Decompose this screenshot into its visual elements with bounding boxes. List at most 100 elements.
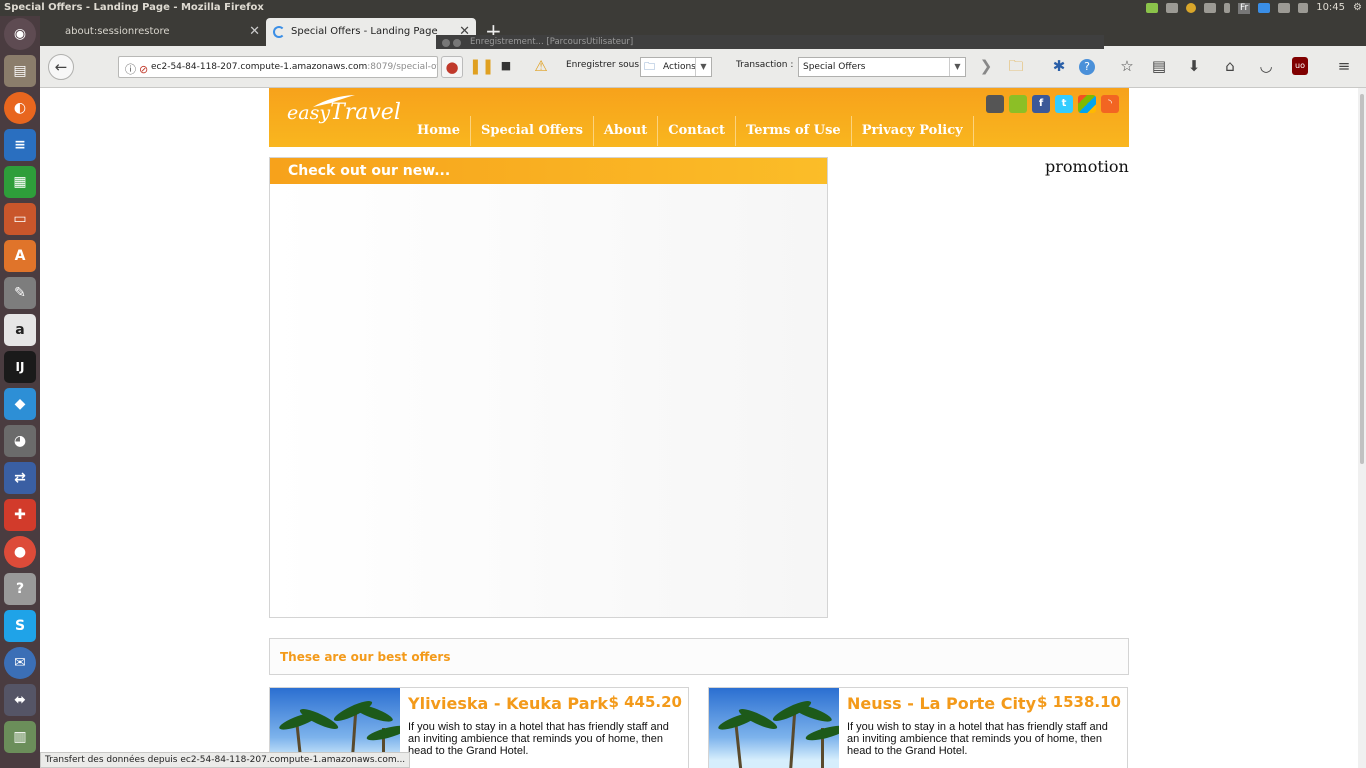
menu-item-contact[interactable]: Contact [658, 116, 737, 146]
help-icon[interactable]: ? [4, 573, 36, 605]
save-as-value: Actions [663, 62, 696, 72]
amazon-icon[interactable]: a [4, 314, 36, 346]
close-icon[interactable]: ✕ [249, 18, 260, 46]
apple-icon[interactable] [986, 95, 1004, 113]
windows-icon[interactable] [1078, 95, 1096, 113]
forward-arrow-icon[interactable]: ❯ [976, 57, 996, 75]
site-header: easyTravel Home Special Offers About Con… [269, 88, 1129, 147]
battery-icon[interactable] [1278, 3, 1291, 13]
loading-spinner-icon [273, 26, 285, 38]
offer-card[interactable]: Neuss - La Porte City $ 1538.10 If you w… [708, 687, 1128, 768]
bluetooth-icon[interactable] [1223, 3, 1230, 13]
system-settings-icon[interactable]: ✎ [4, 277, 36, 309]
impress-icon[interactable]: ▭ [4, 203, 36, 235]
folder-icon: 🗀 [644, 60, 655, 73]
facebook-icon[interactable]: f [1032, 95, 1050, 113]
transaction-label: Transaction : [736, 60, 794, 70]
info-icon[interactable]: ⓘ [125, 60, 136, 77]
dropbox-icon[interactable] [1165, 3, 1178, 13]
stop-icon[interactable]: ■ [496, 57, 516, 75]
menu-item-privacy-policy[interactable]: Privacy Policy [852, 116, 974, 146]
calc-icon[interactable]: ▦ [4, 166, 36, 198]
intellij-icon[interactable]: IJ [4, 351, 36, 383]
recording-status-overlay: Enregistrement... [ParcoursUtilisateur] [436, 35, 1104, 49]
home-icon[interactable]: ⌂ [1220, 57, 1240, 75]
promotion-box: Check out our new... [269, 157, 828, 618]
chevron-down-icon: ▼ [695, 58, 711, 76]
offer-price: $ 445.20 [608, 693, 682, 711]
chrome-app-icon[interactable]: ● [4, 536, 36, 568]
insecure-connection-icon[interactable]: ⊘ [139, 60, 148, 77]
menu-item-about[interactable]: About [594, 116, 659, 146]
pause-icon[interactable]: ❚❚ [469, 57, 494, 75]
hamburger-menu-icon[interactable]: ≡ [1334, 57, 1354, 75]
page-scrollbar[interactable] [1358, 88, 1366, 768]
workspace-switcher-icon[interactable]: ⬌ [4, 684, 36, 716]
menu-item-special-offers[interactable]: Special Offers [471, 116, 594, 146]
offer-description: If you wish to stay in a hotel that has … [847, 721, 1108, 757]
easytravel-logo[interactable]: easyTravel [287, 95, 401, 125]
rss-icon[interactable]: ◝ [1101, 95, 1119, 113]
clock[interactable]: 10:45 [1316, 0, 1345, 16]
window-control-dots[interactable] [442, 38, 464, 52]
main-menu: Home Special Offers About Contact Terms … [407, 116, 974, 146]
asterisk-icon[interactable]: ✱ [1049, 57, 1069, 75]
best-offers-heading: These are our best offers [269, 638, 1129, 675]
network-tool-icon[interactable]: ⇄ [4, 462, 36, 494]
offer-price: $ 1538.10 [1037, 693, 1121, 711]
pocket-icon[interactable]: ◡ [1256, 57, 1276, 75]
window-title: Special Offers - Landing Page - Mozilla … [4, 2, 264, 13]
ubuntu-launcher: ◉ ▤ ◐ ≡ ▦ ▭ A ✎ a IJ ◆ ◕ ⇄ ✚ ● ? S ✉ ⬌ ▥ [0, 16, 40, 768]
dropbox-app-icon[interactable]: ◆ [4, 388, 36, 420]
warning-icon[interactable]: ⚠ [531, 57, 551, 75]
android-icon[interactable] [1009, 95, 1027, 113]
tab-session-restore[interactable]: about:sessionrestore ✕ [40, 18, 266, 46]
skype-icon[interactable]: S [4, 610, 36, 642]
social-links: f t ◝ [986, 95, 1119, 113]
page-content: easyTravel Home Special Offers About Con… [40, 88, 1358, 768]
update-icon[interactable] [1145, 3, 1158, 13]
trash-icon[interactable]: ▥ [4, 721, 36, 753]
volume-icon[interactable] [1298, 3, 1309, 13]
twitter-icon[interactable]: t [1055, 95, 1073, 113]
url-path: :8079/special-offers.jsp [367, 62, 437, 72]
offer-image[interactable] [709, 688, 839, 768]
chrome-icon[interactable] [1185, 3, 1196, 13]
software-center-icon[interactable]: A [4, 240, 36, 272]
tab-label: Special Offers - Landing Page [291, 26, 438, 37]
system-top-bar: Special Offers - Landing Page - Mozilla … [0, 0, 1366, 16]
save-as-select[interactable]: 🗀 Actions ▼ [640, 57, 712, 77]
url-bar[interactable]: ⓘ ⊘ ec2-54-84-118-207.compute-1.amazonaw… [118, 56, 438, 78]
keyboard-layout[interactable]: Fr [1237, 2, 1251, 14]
open-folder-icon[interactable]: 🗀 [1006, 57, 1026, 75]
pinwheel-app-icon[interactable]: ✚ [4, 499, 36, 531]
record-button-icon[interactable]: ● [441, 56, 463, 78]
transaction-select[interactable]: Special Offers ▼ [798, 57, 966, 77]
promotion-label: promotion [1045, 157, 1129, 176]
back-arrow-icon[interactable]: ← [48, 54, 74, 80]
help-circle-icon[interactable]: ? [1079, 59, 1095, 75]
save-as-label: Enregistrer sous : [566, 60, 645, 70]
offer-title[interactable]: Neuss - La Porte City [847, 694, 1036, 713]
offer-title[interactable]: Ylivieska - Keuka Park [408, 694, 608, 713]
gimp-icon[interactable]: ◕ [4, 425, 36, 457]
firefox-icon[interactable]: ◐ [4, 92, 36, 124]
promotion-box-title: Check out our new... [270, 158, 827, 184]
offer-description: If you wish to stay in a hotel that has … [408, 721, 669, 757]
scrollbar-thumb[interactable] [1360, 94, 1364, 464]
reading-list-icon[interactable]: ▤ [1149, 57, 1169, 75]
download-icon[interactable]: ⬇ [1184, 57, 1204, 75]
dash-home-icon[interactable]: ◉ [4, 18, 36, 50]
tab-label: about:sessionrestore [65, 26, 170, 37]
files-icon[interactable]: ▤ [4, 55, 36, 87]
settings-gear-icon[interactable]: ⚙ [1353, 0, 1362, 16]
menu-item-home[interactable]: Home [407, 116, 471, 146]
menu-item-terms-of-use[interactable]: Terms of Use [736, 116, 852, 146]
ublock-shield-icon[interactable]: uo [1292, 57, 1308, 75]
system-tray: Fr 10:45 ⚙ [1145, 0, 1362, 16]
bookmark-star-icon[interactable]: ☆ [1117, 57, 1137, 75]
wifi-icon[interactable] [1203, 3, 1216, 13]
thunderbird-icon[interactable]: ✉ [4, 647, 36, 679]
mail-icon[interactable] [1258, 3, 1271, 13]
writer-icon[interactable]: ≡ [4, 129, 36, 161]
